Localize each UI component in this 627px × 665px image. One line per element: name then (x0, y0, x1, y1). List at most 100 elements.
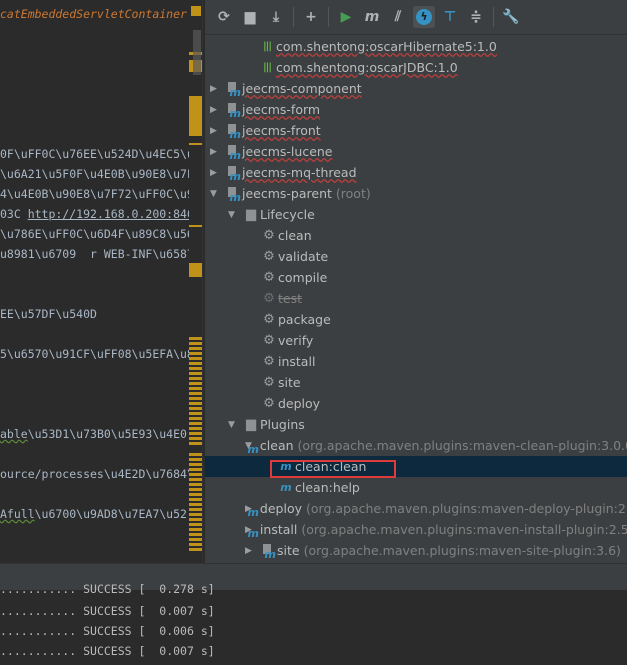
phase-label: test (278, 291, 303, 306)
phase-label: site (278, 375, 301, 390)
expand-arrow-icon[interactable]: ▶ (210, 84, 220, 94)
show-dependencies-icon[interactable]: ⊤ (439, 6, 461, 28)
maven-module-icon: m (226, 102, 241, 120)
marker[interactable] (189, 143, 202, 145)
lifecycle-phase-install[interactable]: ⚙ install (205, 351, 627, 372)
lifecycle-phase-validate[interactable]: ⚙ validate (205, 246, 627, 267)
add-folder-icon[interactable]: ▆ (239, 6, 261, 28)
folder-gear-icon: ▆ (246, 417, 256, 432)
dependency-item[interactable]: ||| com.shentong:oscarJDBC:1.0 (205, 57, 627, 78)
goal-label: clean:help (295, 480, 360, 495)
module-label: jeecms-lucene (242, 144, 333, 159)
plugin-label: site (277, 543, 300, 558)
code-line: able\u53D1\u73B0\u5E93\u4E0 (0, 427, 187, 441)
plugin-item[interactable]: ▼ m clean (org.apache.maven.plugins:maven-c… (205, 435, 627, 456)
lifecycle-phase-clean[interactable]: ⚙ clean (205, 225, 627, 246)
marker[interactable] (189, 225, 202, 227)
goal-item-selected[interactable]: m clean:clean (205, 456, 627, 477)
unit: s] (200, 624, 215, 638)
toolbar-divider (293, 7, 294, 27)
status: SUCCESS (83, 644, 132, 658)
marker[interactable] (189, 337, 202, 447)
lifecycle-folder[interactable]: ▼ ▆ Lifecycle (205, 204, 627, 225)
lifecycle-phase-test[interactable]: ⚙ test (205, 288, 627, 309)
module-item[interactable]: ▶ m jeecms-form (205, 99, 627, 120)
marker[interactable] (189, 96, 202, 136)
error-stripe[interactable] (189, 0, 203, 563)
module-item[interactable]: ▶ m jeecms-lucene (205, 141, 627, 162)
code-line: 5\u6570\u91CF\uFF08\u5EFA\u8 (0, 347, 190, 361)
code-text: \u53D1\u73B0\u5E93\u4E0 (27, 427, 187, 441)
lifecycle-phase-deploy[interactable]: ⚙ deploy (205, 393, 627, 414)
status: SUCCESS (83, 582, 132, 596)
module-label: jeecms-form (242, 102, 321, 117)
add-icon[interactable]: + (300, 6, 322, 28)
code-editor[interactable]: catEmbeddedServletContainer 0F\uFF0C\u76… (0, 0, 190, 563)
run-icon[interactable]: ▶ (335, 6, 357, 28)
gear-icon: ⚙ (263, 375, 275, 390)
lifecycle-phase-package[interactable]: ⚙ package (205, 309, 627, 330)
code-line: 0F\uFF0C\u76EE\u524D\u4EC5\u6 (0, 147, 190, 161)
dependency-item[interactable]: ||| com.shentong:oscarHibernate5:1.0 (205, 36, 627, 57)
maven-toolbar: ⟳ ▆ ⤓ + ▶ m ⫽ ϟ ⊤ ≑ 🔧 (205, 0, 627, 35)
goal-item[interactable]: m clean:help (205, 477, 627, 498)
execute-goal-icon[interactable]: m (361, 6, 383, 28)
phase-label: package (278, 312, 331, 327)
time: 0.007 (159, 644, 194, 658)
skip-tests-icon[interactable]: ϟ (413, 6, 435, 28)
download-icon[interactable]: ⤓ (265, 6, 287, 28)
module-item[interactable]: ▶ m jeecms-component (205, 78, 627, 99)
marker[interactable] (189, 453, 202, 553)
status: SUCCESS (83, 624, 132, 638)
phase-label: install (278, 354, 316, 369)
lifecycle-phase-verify[interactable]: ⚙ verify (205, 330, 627, 351)
module-item-parent[interactable]: ▼ m jeecms-parent (root) (205, 183, 627, 204)
expand-arrow-icon[interactable]: ▶ (245, 546, 255, 556)
plugin-coords: (org.apache.maven.plugins:maven-site-plu… (303, 543, 621, 558)
maven-module-icon: m (226, 123, 241, 141)
unit: s] (200, 604, 215, 618)
plugins-folder[interactable]: ▼ ▆ Plugins (205, 414, 627, 435)
expand-arrow-icon[interactable]: ▶ (210, 126, 220, 136)
settings-icon[interactable]: 🔧 (500, 6, 522, 28)
plugin-item[interactable]: ▶ m install (org.apache.maven.plugins:maven… (205, 519, 627, 540)
module-label: jeecms-mq-thread (242, 165, 357, 180)
marker[interactable] (191, 6, 201, 16)
collapse-arrow-icon[interactable]: ▼ (228, 210, 238, 220)
module-label: jeecms-front (242, 123, 321, 138)
toggle-offline-icon[interactable]: ⫽ (387, 6, 409, 28)
build-console[interactable]: ........... SUCCESS [ 0.278 s] .........… (0, 582, 627, 665)
module-item[interactable]: ▶ m jeecms-front (205, 120, 627, 141)
folder-gear-icon: ▆ (246, 207, 256, 222)
maven-projects-panel: ⟳ ▆ ⤓ + ▶ m ⫽ ϟ ⊤ ≑ 🔧 ||| com.shentong:os… (204, 0, 627, 563)
gear-icon: ⚙ (263, 333, 275, 348)
reimport-icon[interactable]: ⟳ (213, 6, 235, 28)
toolbar-divider (328, 7, 329, 27)
gear-icon: ⚙ (263, 354, 275, 369)
plugin-icon: m (261, 543, 276, 561)
plugin-item[interactable]: ▶ m site (org.apache.maven.plugins:maven-si… (205, 540, 627, 561)
plugin-label: clean (259, 438, 294, 453)
marker[interactable] (189, 263, 202, 277)
url-link[interactable]: http://192.168.0.200:8402 (28, 207, 190, 221)
plugin-item[interactable]: ▶ m deploy (org.apache.maven.plugins:maven-… (205, 498, 627, 519)
scrollbar-thumb[interactable] (193, 30, 201, 75)
maven-module-icon: m (226, 165, 241, 183)
maven-goal-icon: m (280, 481, 292, 494)
gear-icon: ⚙ (263, 249, 275, 264)
plugin-coords: (org.apache.maven.plugins:maven-deploy-p… (306, 501, 627, 516)
expand-arrow-icon[interactable]: ▶ (210, 168, 220, 178)
expand-arrow-icon[interactable]: ▶ (210, 105, 220, 115)
lifecycle-phase-compile[interactable]: ⚙ compile (205, 267, 627, 288)
collapse-arrow-icon[interactable]: ▼ (210, 189, 220, 199)
expand-arrow-icon[interactable]: ▶ (210, 147, 220, 157)
module-item[interactable]: ▶ m jeecms-mq-thread (205, 162, 627, 183)
collapse-all-icon[interactable]: ≑ (465, 6, 487, 28)
gear-icon: ⚙ (263, 312, 275, 327)
collapse-arrow-icon[interactable]: ▼ (228, 420, 238, 430)
console-line: ........... SUCCESS [ 0.278 s] (0, 582, 215, 596)
library-icon: ||| (263, 62, 272, 73)
code-line: \u786E\uFF0C\u6D4F\u89C8\u566 (0, 227, 190, 241)
folder-label: Plugins (260, 417, 305, 432)
lifecycle-phase-site[interactable]: ⚙ site (205, 372, 627, 393)
